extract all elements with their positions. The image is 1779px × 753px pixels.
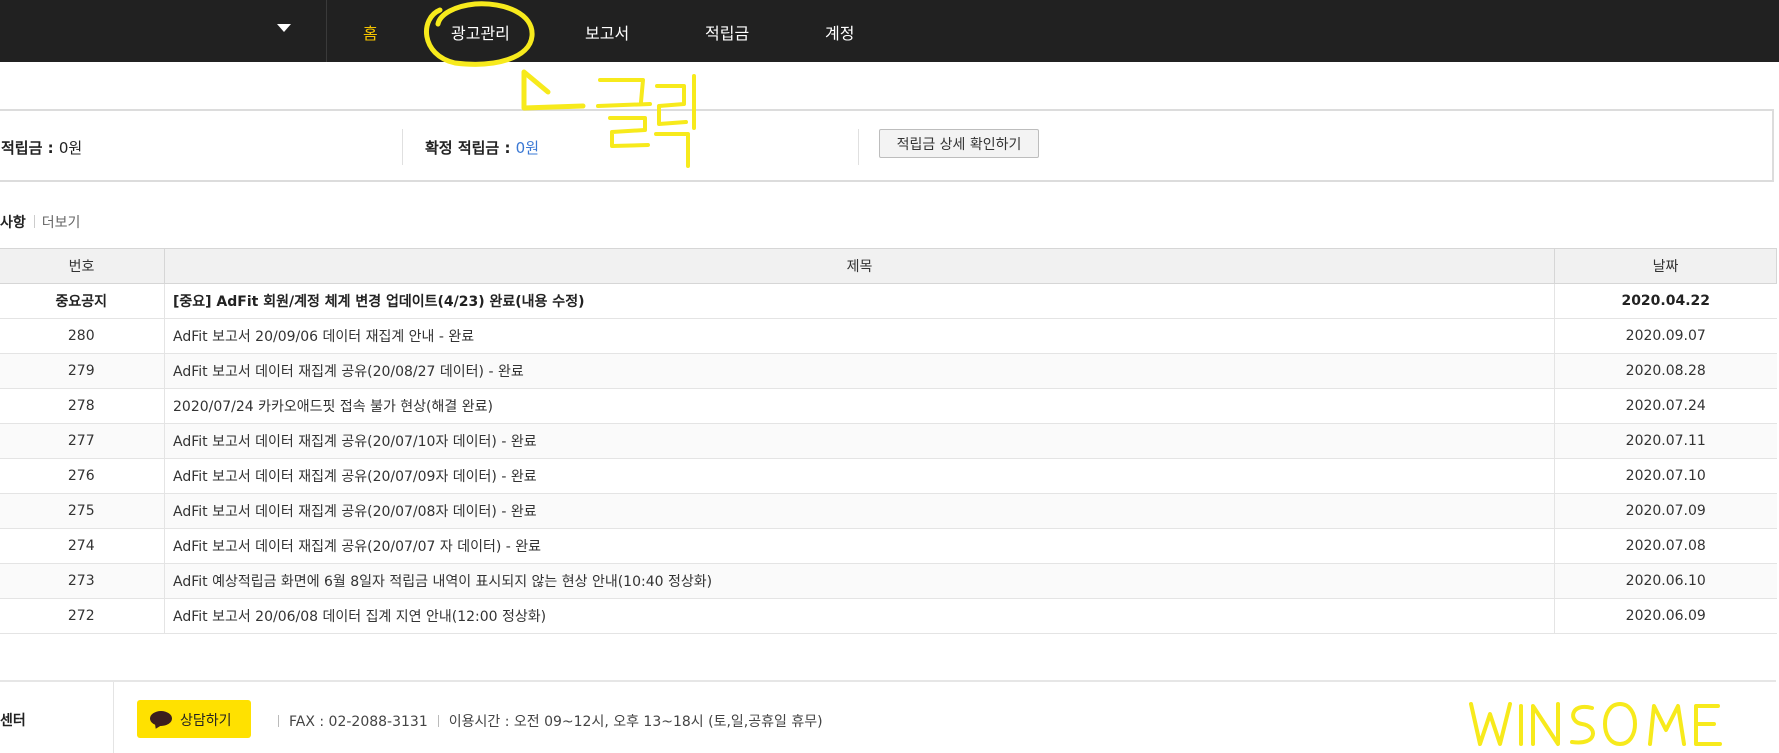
notice-date: 2020.06.09 xyxy=(1554,598,1777,634)
notice-title-link[interactable]: AdFit 보고서 데이터 재집계 공유(20/07/10자 데이터) - 완료 xyxy=(164,423,1555,459)
column-header-number: 번호 xyxy=(0,248,165,284)
divider xyxy=(402,129,403,165)
notice-more-link[interactable]: 더보기 xyxy=(42,215,81,231)
points-summary: 적립금 : 0원 확정 적립금 : 0원 적립금 상세 확인하기 xyxy=(0,109,1774,182)
notice-date: 2020.07.08 xyxy=(1554,528,1777,564)
expected-points-value: 0원 xyxy=(58,139,83,157)
footer-info: FAX : 02-2088-3131 이용시간 : 오전 09~12시, 오후 1… xyxy=(268,711,823,731)
table-row[interactable]: 276 AdFit 보고서 데이터 재집계 공유(20/07/09자 데이터) -… xyxy=(0,458,1777,494)
table-row[interactable]: 278 2020/07/24 카카오애드핏 접속 불가 현상(해결 완료) 2020… xyxy=(0,388,1777,424)
notice-date: 2020.04.22 xyxy=(1554,283,1777,319)
notice-date: 2020.07.10 xyxy=(1554,458,1777,494)
notice-number: 280 xyxy=(0,318,165,354)
table-row[interactable]: 277 AdFit 보고서 데이터 재집계 공유(20/07/10자 데이터) -… xyxy=(0,423,1777,459)
top-nav-bar: 홈 광고관리 보고서 적립금 계정 xyxy=(0,0,1779,62)
speech-bubble-icon xyxy=(150,711,172,726)
notice-title: 사항 xyxy=(0,215,26,231)
table-header-row: 번호 제목 날짜 xyxy=(0,248,1777,284)
column-header-date: 날짜 xyxy=(1554,248,1777,284)
table-row[interactable]: 279 AdFit 보고서 데이터 재집계 공유(20/08/27 데이터) - … xyxy=(0,353,1777,389)
nav-item-reports[interactable]: 보고서 xyxy=(585,20,629,44)
notice-number: 279 xyxy=(0,353,165,389)
table-row[interactable]: 274 AdFit 보고서 데이터 재집계 공유(20/07/07 자 데이터) … xyxy=(0,528,1777,564)
notice-title-link[interactable]: AdFit 보고서 데이터 재집계 공유(20/08/27 데이터) - 완료 xyxy=(164,353,1555,389)
nav-divider xyxy=(326,0,327,62)
notice-title-link[interactable]: AdFit 보고서 데이터 재집계 공유(20/07/08자 데이터) - 완료 xyxy=(164,493,1555,529)
table-row[interactable]: 275 AdFit 보고서 데이터 재집계 공유(20/07/08자 데이터) -… xyxy=(0,493,1777,529)
notice-title-link[interactable]: AdFit 보고서 데이터 재집계 공유(20/07/09자 데이터) - 완료 xyxy=(164,458,1555,494)
confirmed-points: 확정 적립금 : 0원 xyxy=(425,137,539,158)
notice-date: 2020.07.11 xyxy=(1554,423,1777,459)
notice-number: 277 xyxy=(0,423,165,459)
notice-title-link[interactable]: AdFit 보고서 20/06/08 데이터 집계 지연 안내(12:00 정상… xyxy=(164,598,1555,634)
annotation-arrow xyxy=(521,69,586,111)
fax-number: FAX : 02-2088-3131 xyxy=(289,714,428,730)
notice-title-link[interactable]: [중요] AdFit 회원/계정 체계 변경 업데이트(4/23) 완료(내용 … xyxy=(164,283,1555,319)
notice-title-link[interactable]: AdFit 보고서 데이터 재집계 공유(20/07/07 자 데이터) - 완… xyxy=(164,528,1555,564)
footer-section: 센터 xyxy=(0,682,114,753)
notice-number: 273 xyxy=(0,563,165,599)
chat-consult-label: 상담하기 xyxy=(180,713,232,729)
notice-title-link[interactable]: AdFit 보고서 20/09/06 데이터 재집계 안내 - 완료 xyxy=(164,318,1555,354)
divider xyxy=(33,215,35,228)
important-notice-row[interactable]: 중요공지 [중요] AdFit 회원/계정 체계 변경 업데이트(4/23) 완료… xyxy=(0,283,1777,319)
notice-date: 2020.06.10 xyxy=(1554,563,1777,599)
notice-number: 중요공지 xyxy=(0,283,165,319)
expected-points: 적립금 : 0원 xyxy=(1,137,82,158)
nav-item-points[interactable]: 적립금 xyxy=(705,20,749,44)
notice-title-link[interactable]: 2020/07/24 카카오애드핏 접속 불가 현상(해결 완료) xyxy=(164,388,1555,424)
notice-date: 2020.09.07 xyxy=(1554,318,1777,354)
confirmed-points-label: 확정 적립금 : xyxy=(425,139,516,157)
confirmed-points-value: 0원 xyxy=(515,139,540,157)
notice-number: 275 xyxy=(0,493,165,529)
nav-item-home[interactable]: 홈 xyxy=(363,20,378,44)
notice-date: 2020.07.09 xyxy=(1554,493,1777,529)
divider xyxy=(278,715,279,727)
column-header-title: 제목 xyxy=(164,248,1555,284)
business-hours: 이용시간 : 오전 09~12시, 오후 13~18시 (토,일,공휴일 휴무) xyxy=(448,714,823,730)
chat-consult-button[interactable]: 상담하기 xyxy=(137,700,251,738)
divider xyxy=(437,715,439,727)
table-row[interactable]: 272 AdFit 보고서 20/06/08 데이터 집계 지연 안내(12:00… xyxy=(0,598,1777,634)
notice-number: 278 xyxy=(0,388,165,424)
nav-item-ad-management[interactable]: 광고관리 xyxy=(451,20,510,44)
notice-date: 2020.07.24 xyxy=(1554,388,1777,424)
table-row[interactable]: 280 AdFit 보고서 20/09/06 데이터 재집계 안내 - 완료 202… xyxy=(0,318,1777,354)
footer-section-label: 센터 xyxy=(0,713,26,729)
table-row[interactable]: 273 AdFit 예상적립금 화면에 6월 8일자 적립금 내역이 표시되지 않… xyxy=(0,563,1777,599)
divider xyxy=(858,129,859,165)
notice-number: 272 xyxy=(0,598,165,634)
points-detail-button[interactable]: 적립금 상세 확인하기 xyxy=(879,129,1039,158)
notice-header: 사항 더보기 xyxy=(0,212,80,232)
notice-number: 276 xyxy=(0,458,165,494)
expected-points-label: 적립금 : xyxy=(1,139,59,157)
notice-number: 274 xyxy=(0,528,165,564)
notice-date: 2020.08.28 xyxy=(1554,353,1777,389)
customer-center-footer: 센터 상담하기 FAX : 02-2088-3131 이용시간 : 오전 09~1… xyxy=(0,680,1776,753)
notice-table: 번호 제목 날짜 중요공지 [중요] AdFit 회원/계정 체계 변경 업데이트… xyxy=(0,248,1777,634)
notice-title-link[interactable]: AdFit 예상적립금 화면에 6월 8일자 적립금 내역이 표시되지 않는 현… xyxy=(164,563,1555,599)
nav-item-account[interactable]: 계정 xyxy=(825,20,854,44)
chevron-down-icon[interactable] xyxy=(277,24,291,32)
